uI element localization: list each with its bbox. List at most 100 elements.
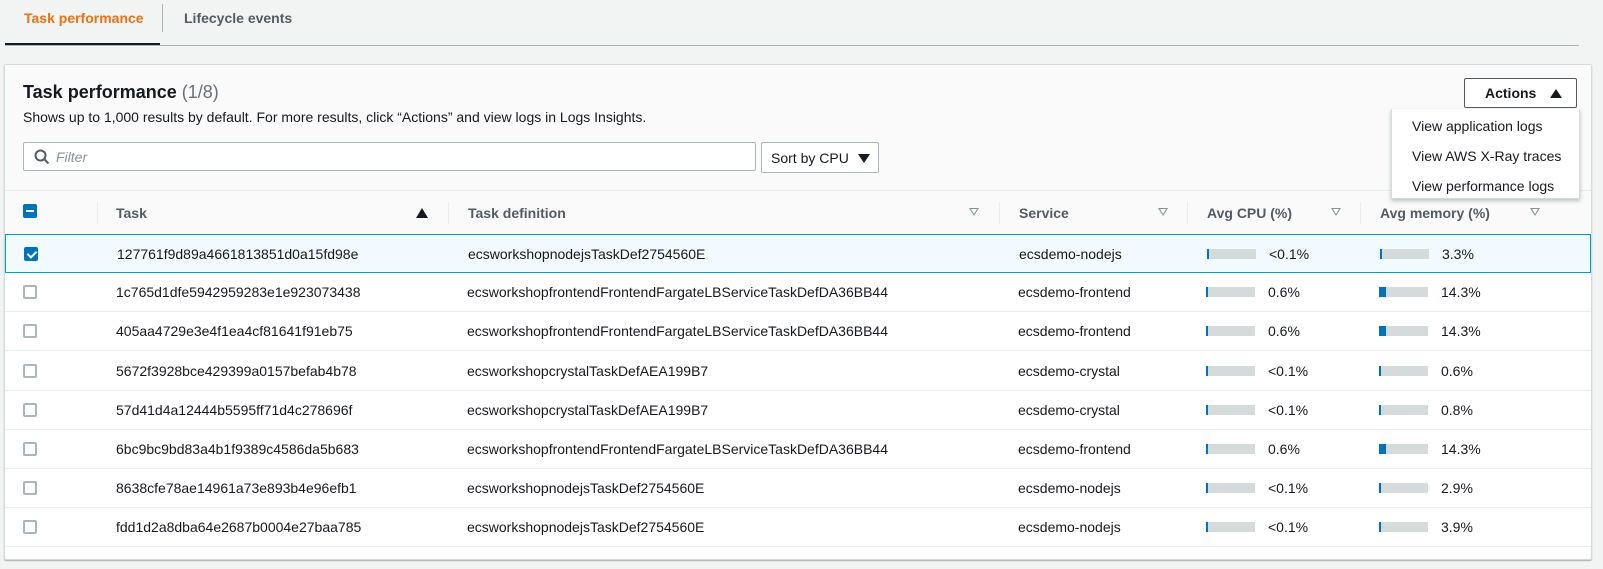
table-row[interactable]: 8638cfe78ae14961a73e893b4e96efb1 ecsworks… (5, 469, 1591, 509)
avg-cpu-cell: <0.1% (1268, 401, 1309, 418)
memory-usage-bar-fill (1379, 483, 1381, 494)
cpu-usage-bar-fill (1206, 326, 1208, 337)
memory-usage-bar (1380, 249, 1429, 259)
menu-item-view-performance-logs[interactable]: View performance logs (1412, 178, 1554, 194)
panel-title: Task performance (1/8) (23, 82, 219, 103)
column-header-avg-cpu[interactable]: Avg CPU (%) (1207, 205, 1292, 221)
task-definition-cell: ecsworkshopnodejsTaskDef2754560E (467, 519, 705, 536)
column-divider (97, 202, 98, 224)
row-checkbox[interactable] (23, 481, 37, 496)
service-cell: ecsdemo-nodejs (1018, 519, 1121, 536)
sort-select[interactable]: Sort by CPU (761, 142, 879, 173)
table-row[interactable]: 5672f3928bce429399a0157befab4b78 ecsworks… (5, 352, 1591, 391)
filter-input[interactable] (56, 146, 746, 168)
sort-icon[interactable] (969, 208, 979, 216)
menu-item-view-xray-traces[interactable]: View AWS X-Ray traces (1412, 148, 1561, 164)
service-cell: ecsdemo-crystal (1018, 362, 1120, 379)
task-id-cell: 1c765d1dfe5942959283e1e923073438 (116, 284, 361, 301)
table-row[interactable]: 1c765d1dfe5942959283e1e923073438 ecsworks… (5, 273, 1591, 313)
caret-down-icon (858, 154, 870, 163)
column-header-avg-memory[interactable]: Avg memory (%) (1380, 205, 1490, 221)
column-header-task[interactable]: Task (116, 205, 147, 221)
avg-memory-cell: 3.9% (1441, 519, 1473, 536)
cpu-usage-bar-fill (1206, 287, 1208, 298)
memory-usage-bar-fill (1379, 326, 1386, 337)
tab-lifecycle-events[interactable]: Lifecycle events (184, 0, 292, 46)
column-divider (1360, 202, 1361, 224)
memory-usage-bar (1379, 287, 1428, 298)
memory-usage-bar-fill (1379, 404, 1381, 415)
memory-usage-bar (1379, 365, 1428, 376)
row-checkbox[interactable] (24, 247, 38, 261)
column-divider (448, 202, 449, 224)
selection-count: (1/8) (181, 82, 219, 102)
table-row[interactable]: 57d41d4a12444b5595ff71d4c278696f ecsworks… (5, 391, 1591, 430)
tab-bar-divider (5, 45, 1579, 46)
task-definition-cell: ecsworkshopfrontendFrontendFargateLBServ… (467, 284, 889, 301)
actions-button[interactable]: Actions (1464, 78, 1577, 108)
row-checkbox[interactable] (23, 402, 37, 417)
cpu-usage-bar-fill (1206, 365, 1208, 376)
memory-usage-bar (1379, 483, 1428, 494)
avg-cpu-cell: 0.6% (1268, 323, 1300, 340)
cpu-usage-bar (1206, 287, 1255, 298)
cpu-usage-bar-fill (1206, 522, 1208, 533)
avg-cpu-cell: 0.6% (1268, 284, 1300, 301)
cpu-usage-bar (1206, 444, 1255, 454)
row-checkbox[interactable] (23, 285, 37, 300)
tab-separator (162, 4, 163, 32)
avg-memory-cell: 2.9% (1441, 480, 1473, 497)
sort-icon[interactable] (1331, 208, 1341, 216)
task-id-cell: 57d41d4a12444b5595ff71d4c278696f (116, 401, 353, 418)
avg-cpu-cell: <0.1% (1268, 362, 1309, 379)
sort-select-label: Sort by CPU (771, 150, 849, 166)
cpu-usage-bar-fill (1206, 404, 1208, 415)
row-checkbox[interactable] (23, 363, 37, 378)
service-cell: ecsdemo-frontend (1018, 284, 1131, 301)
service-cell: ecsdemo-crystal (1018, 401, 1120, 418)
filter-box[interactable] (23, 142, 756, 171)
table-row[interactable]: 127761f9d89a4661813851d0a15fd98e ecsworks… (5, 234, 1591, 273)
sort-icon[interactable] (1530, 208, 1540, 216)
task-id-cell: 127761f9d89a4661813851d0a15fd98e (117, 246, 359, 262)
memory-usage-bar-fill (1380, 249, 1382, 259)
row-checkbox[interactable] (23, 442, 37, 456)
cpu-usage-bar (1206, 365, 1255, 376)
avg-cpu-cell: 0.6% (1268, 441, 1300, 457)
tab-bar: Task performance Lifecycle events (0, 0, 1603, 46)
avg-memory-cell: 14.3% (1441, 441, 1481, 457)
table-row[interactable]: 405aa4729e3e4f1ea4cf81641f91eb75 ecsworks… (5, 312, 1591, 352)
column-header-task-definition[interactable]: Task definition (468, 205, 566, 221)
task-definition-cell: ecsworkshopnodejsTaskDef2754560E (468, 246, 706, 262)
task-id-cell: 6bc9bc9bd83a4b1f9389c4586da5b683 (116, 441, 359, 457)
sort-icon[interactable] (1158, 208, 1168, 216)
memory-usage-bar (1379, 404, 1428, 415)
task-performance-panel: Task performance (1/8) Shows up to 1,000… (4, 64, 1592, 560)
table-row[interactable]: fdd1d2a8dba64e2687b0004e27baa785 ecsworks… (5, 508, 1591, 548)
row-checkbox[interactable] (23, 520, 37, 535)
memory-usage-bar (1379, 522, 1428, 533)
task-definition-cell: ecsworkshopnodejsTaskDef2754560E (467, 480, 705, 497)
cpu-usage-bar (1207, 249, 1256, 259)
actions-button-label: Actions (1485, 85, 1537, 101)
cpu-usage-bar-fill (1206, 444, 1208, 454)
table-header: Task Task definition Service Avg CPU (%)… (5, 191, 1591, 235)
table-row[interactable]: 6bc9bc9bd83a4b1f9389c4586da5b683 ecsworks… (5, 430, 1591, 469)
avg-cpu-cell: <0.1% (1269, 246, 1310, 262)
memory-usage-bar-fill (1379, 444, 1386, 454)
row-checkbox[interactable] (23, 324, 37, 339)
tab-task-performance[interactable]: Task performance (24, 0, 144, 46)
cpu-usage-bar (1206, 522, 1255, 533)
memory-usage-bar (1379, 444, 1428, 454)
task-id-cell: 8638cfe78ae14961a73e893b4e96efb1 (116, 480, 357, 497)
caret-up-icon (1550, 89, 1562, 98)
column-header-service[interactable]: Service (1019, 205, 1069, 221)
memory-usage-bar-fill (1379, 287, 1386, 298)
menu-item-view-application-logs[interactable]: View application logs (1412, 118, 1543, 134)
task-definition-cell: ecsworkshopcrystalTaskDefAEA199B7 (467, 401, 709, 418)
task-id-cell: 405aa4729e3e4f1ea4cf81641f91eb75 (116, 323, 353, 340)
sort-ascending-icon[interactable] (416, 208, 428, 218)
task-definition-cell: ecsworkshopfrontendFrontendFargateLBServ… (467, 441, 889, 457)
select-all-checkbox[interactable] (23, 204, 37, 218)
task-definition-cell: ecsworkshopcrystalTaskDefAEA199B7 (467, 362, 709, 379)
